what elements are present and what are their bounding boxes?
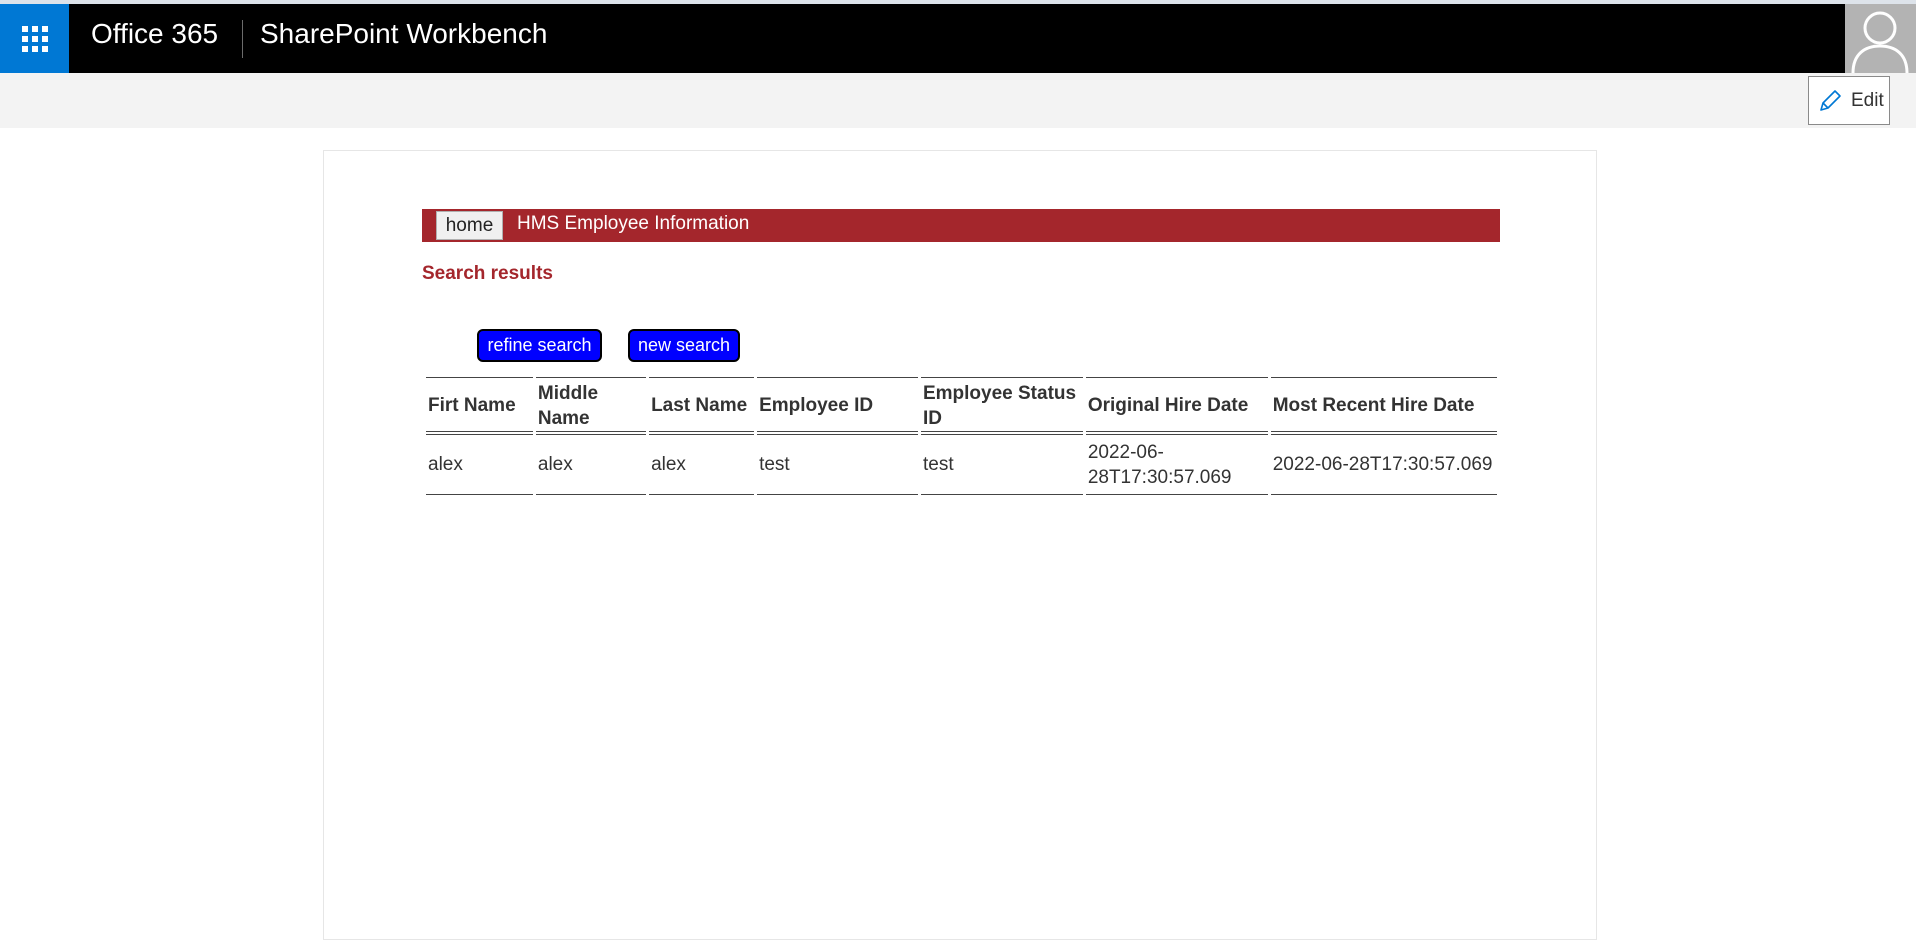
- table-cell: test: [757, 435, 918, 495]
- column-header: Most Recent Hire Date: [1270, 377, 1497, 435]
- new-search-button[interactable]: new search: [628, 329, 740, 362]
- brand-name[interactable]: Office 365: [91, 18, 218, 50]
- webpart-title: HMS Employee Information: [517, 213, 750, 234]
- table-cell: test: [920, 435, 1083, 495]
- column-header: Original Hire Date: [1085, 377, 1268, 435]
- column-header: Employee Status ID: [920, 377, 1083, 435]
- column-header: Middle Name: [535, 377, 647, 435]
- table-row[interactable]: alex alex alex test test 2022-06-28T17:3…: [426, 435, 1497, 495]
- webpart-titlebar: home HMS Employee Information: [422, 209, 1500, 242]
- refine-search-button[interactable]: refine search: [477, 329, 602, 362]
- workbench-canvas: home HMS Employee Information Search res…: [323, 150, 1597, 940]
- suite-header: Office 365 SharePoint Workbench: [0, 0, 1916, 73]
- column-header: Employee ID: [757, 377, 918, 435]
- command-bar: Edit: [0, 73, 1916, 128]
- edit-label: Edit: [1851, 89, 1884, 111]
- home-button[interactable]: home: [436, 211, 503, 240]
- header-divider: [242, 20, 243, 58]
- edit-button[interactable]: Edit: [1808, 76, 1890, 125]
- app-launcher-icon[interactable]: [0, 4, 69, 73]
- table-cell: alex: [426, 435, 533, 495]
- table-header-row: Firt Name Middle Name Last Name Employee…: [426, 377, 1497, 435]
- results-table: Firt Name Middle Name Last Name Employee…: [423, 377, 1500, 495]
- user-avatar-icon[interactable]: [1845, 4, 1916, 73]
- table-cell: 2022-06-28T17:30:57.069: [1270, 435, 1497, 495]
- product-name[interactable]: SharePoint Workbench: [260, 18, 547, 50]
- pencil-icon: [1820, 89, 1841, 111]
- table-cell: alex: [649, 435, 755, 495]
- search-results-heading: Search results: [422, 263, 553, 284]
- column-header: Last Name: [649, 377, 755, 435]
- table-cell: 2022-06-28T17:30:57.069: [1085, 435, 1268, 495]
- column-header: Firt Name: [426, 377, 533, 435]
- table-cell: alex: [535, 435, 647, 495]
